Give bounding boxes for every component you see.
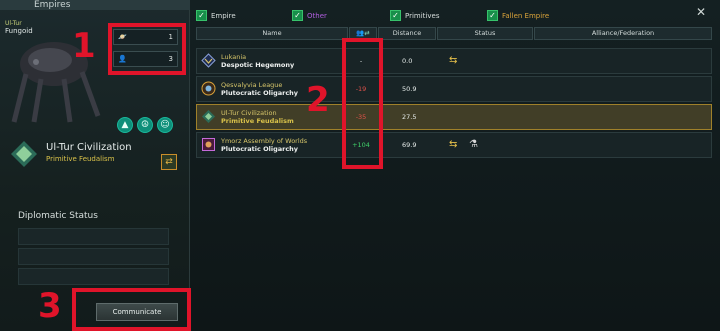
distance-value: 27.5 (402, 113, 417, 121)
civ-emblem-icon (11, 141, 37, 167)
annotation-number-3: 3 (38, 286, 62, 326)
annotation-box-3 (72, 288, 191, 331)
empire-government: Plutocratic Oligarchy (221, 89, 299, 97)
empire-name: Lukania (221, 53, 247, 61)
annotation-box-1 (108, 23, 186, 75)
empire-emblem-icon (202, 138, 215, 151)
annotation-box-2 (342, 38, 383, 169)
empire-name: Qesvalyvia League (221, 81, 283, 89)
checkbox-checked-icon[interactable]: ✓ (292, 10, 303, 21)
checkbox-checked-icon[interactable]: ✓ (390, 10, 401, 21)
close-icon[interactable]: ✕ (696, 5, 706, 19)
checkbox-checked-icon[interactable]: ✓ (487, 10, 498, 21)
column-header-name[interactable]: Name (196, 27, 348, 40)
diplomatic-status-label: Diplomatic Status (18, 211, 98, 221)
triangle-icon[interactable]: ▲ (117, 117, 133, 133)
empire-emblem-icon (201, 53, 216, 68)
column-header-distance[interactable]: Distance (378, 27, 436, 40)
distance-value: 50.9 (402, 85, 417, 93)
empire-government: Plutocratic Oligarchy (221, 145, 299, 153)
table-row-selected[interactable]: Ul-Tur Civilization Primitive Feudalism … (196, 104, 712, 130)
distance-value: 69.9 (402, 141, 417, 149)
observe-button[interactable]: ⇄ (161, 154, 177, 170)
diplomatic-status-row (18, 248, 169, 265)
distance-value: 0.0 (402, 57, 413, 65)
empire-emblem-icon (201, 81, 216, 96)
empire-name: Ymorz Assembly of Worlds (221, 137, 308, 145)
opinion-icon: 👥⇄ (356, 29, 370, 37)
filter-primitives[interactable]: ✓ Primitives (390, 10, 439, 21)
filter-fallen-empire[interactable]: ✓ Fallen Empire (487, 10, 549, 21)
empire-government: Primitive Feudalism (221, 117, 294, 125)
column-header-alliance[interactable]: Alliance/Federation (534, 27, 712, 40)
species-name: Ul-Tur (5, 20, 22, 27)
trade-arrows-icon[interactable]: ⇆ (449, 139, 457, 150)
column-header-status[interactable]: Status (437, 27, 533, 40)
table-row[interactable]: Lukania Despotic Hegemony - 0.0 ⇆ (196, 48, 712, 74)
research-agreement-icon[interactable]: ⚗ (469, 139, 478, 150)
empire-name: Ul-Tur Civilization (221, 109, 277, 117)
empire-emblem-icon (202, 110, 215, 123)
table-row[interactable]: Ymorz Assembly of Worlds Plutocratic Oli… (196, 132, 712, 158)
filter-label: Fallen Empire (502, 11, 550, 20)
diplomatic-status-row (18, 268, 169, 285)
filter-label: Empire (211, 11, 236, 20)
filter-label: Primitives (405, 11, 440, 20)
panel-title: Empires (0, 0, 190, 10)
table-row[interactable]: Qesvalyvia League Plutocratic Oligarchy … (196, 76, 712, 102)
egalitarian-icon[interactable]: ☺ (157, 117, 173, 133)
checkbox-checked-icon[interactable]: ✓ (196, 10, 207, 21)
filter-other[interactable]: ✓ Other (292, 10, 327, 21)
civ-name: Ul-Tur Civilization (46, 142, 132, 153)
diplomatic-status-row (18, 228, 169, 245)
annotation-number-1: 1 (72, 26, 96, 66)
filter-empire[interactable]: ✓ Empire (196, 10, 236, 21)
filter-label: Other (307, 11, 327, 20)
trade-arrows-icon[interactable]: ⇆ (449, 55, 457, 66)
annotation-number-2: 2 (306, 80, 330, 120)
civ-government: Primitive Feudalism (46, 155, 115, 163)
pacifist-icon[interactable]: ☮ (137, 117, 153, 133)
empire-government: Despotic Hegemony (221, 61, 295, 69)
